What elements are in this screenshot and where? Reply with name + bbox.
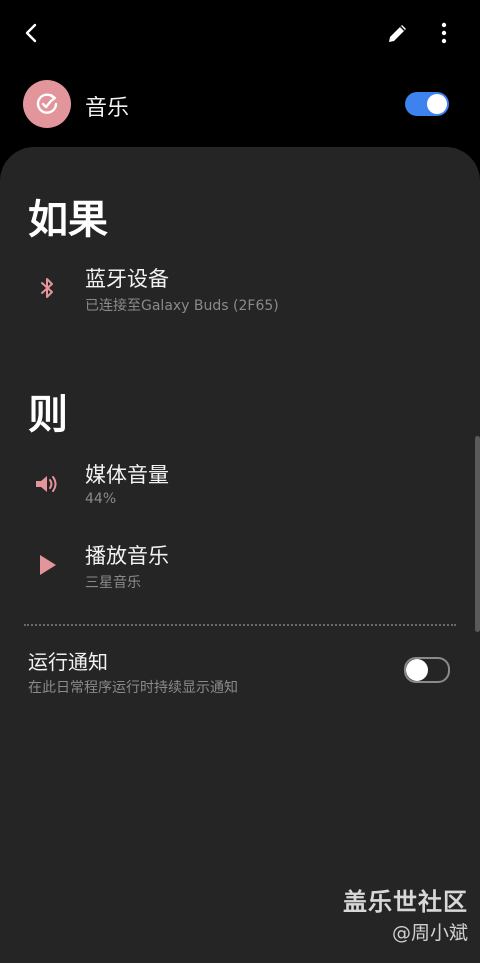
toggle-knob	[427, 94, 447, 114]
condition-title: 蓝牙设备	[85, 267, 169, 291]
run-notification-row[interactable]: 运行通知 在此日常程序运行时持续显示通知	[0, 644, 480, 704]
play-icon	[40, 555, 56, 575]
app-name: 音乐	[85, 96, 130, 121]
pencil-icon	[389, 25, 406, 42]
app-avatar	[23, 80, 71, 128]
play-icon-wrap	[32, 550, 62, 580]
routine-enable-toggle[interactable]	[405, 92, 449, 116]
action-title: 播放音乐	[85, 544, 169, 568]
condition-subtitle: 已连接至Galaxy Buds (2F65)	[85, 298, 279, 314]
notification-toggle[interactable]	[404, 657, 450, 683]
edit-button[interactable]	[378, 13, 418, 53]
notification-subtitle: 在此日常程序运行时持续显示通知	[28, 680, 238, 696]
action-item-media-volume[interactable]: 媒体音量 44%	[0, 455, 480, 517]
section-divider	[24, 624, 456, 626]
scrollbar-handle[interactable]	[475, 436, 480, 632]
action-subtitle: 三星音乐	[85, 575, 141, 591]
volume-icon	[36, 476, 57, 492]
bluetooth-icon	[41, 278, 53, 298]
back-arrow-icon	[25, 23, 37, 43]
volume-icon-wrap	[32, 469, 62, 499]
more-options-button[interactable]	[424, 13, 464, 53]
more-vertical-icon	[441, 22, 447, 44]
watermark-author: @周小斌	[391, 922, 468, 944]
toggle-knob	[406, 659, 428, 681]
top-app-bar	[0, 0, 480, 64]
back-button[interactable]	[12, 13, 52, 53]
action-item-play-music[interactable]: 播放音乐 三星音乐	[0, 536, 480, 598]
action-subtitle: 44%	[85, 491, 117, 507]
if-section-title: 如果	[28, 197, 108, 243]
check-refresh-icon	[36, 93, 58, 114]
action-title: 媒体音量	[85, 463, 169, 487]
notification-title: 运行通知	[28, 650, 108, 674]
watermark-community: 盖乐世社区	[343, 888, 468, 916]
bluetooth-icon-wrap	[32, 273, 62, 303]
then-section-title: 则	[28, 392, 68, 438]
routine-detail-card: 如果 蓝牙设备 已连接至Galaxy Buds (2F65) 则 媒体音量 44…	[0, 147, 480, 963]
routine-app-row: 音乐	[0, 78, 480, 130]
condition-item-bluetooth[interactable]: 蓝牙设备 已连接至Galaxy Buds (2F65)	[0, 259, 480, 321]
